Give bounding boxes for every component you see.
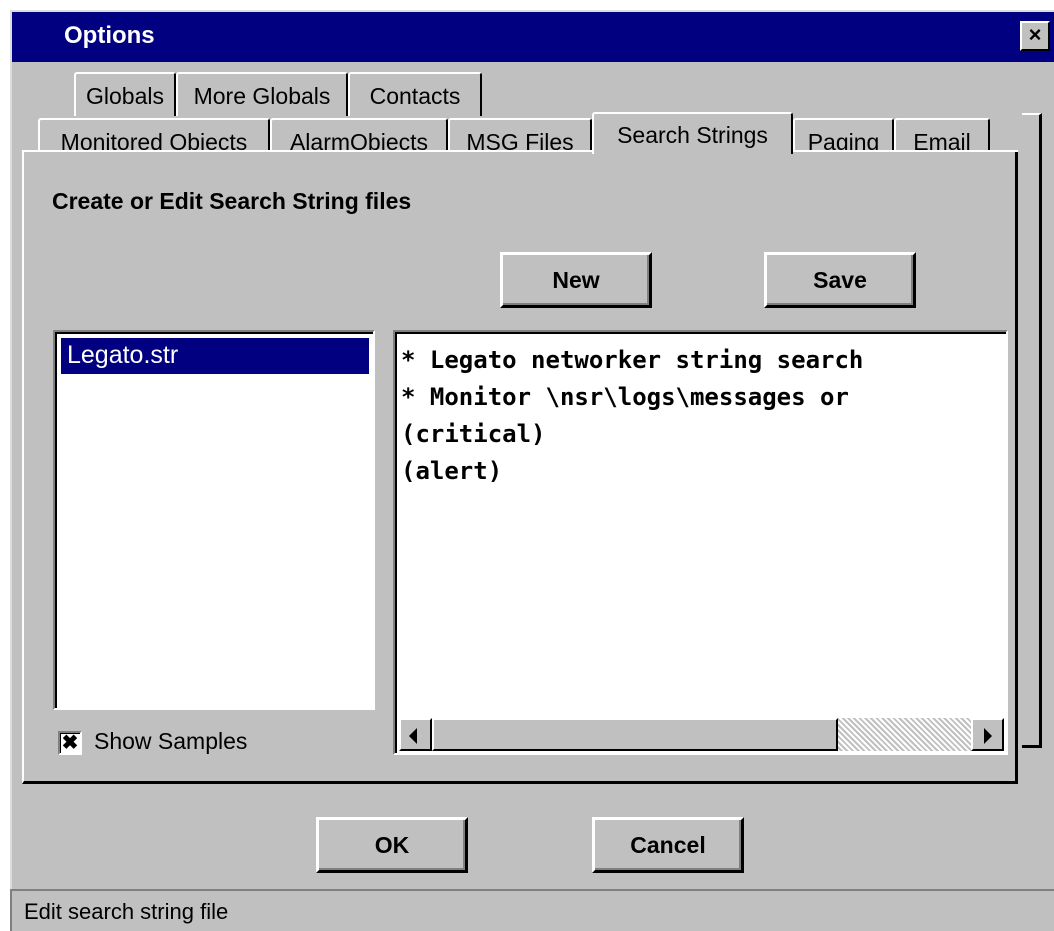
tab-stack-edge [1022, 113, 1042, 748]
cancel-button[interactable]: Cancel [592, 817, 744, 873]
new-button-label: New [552, 267, 600, 293]
arrow-left-icon [409, 728, 417, 744]
scroll-thumb[interactable] [432, 718, 838, 751]
close-button[interactable]: × [1020, 21, 1050, 51]
editor-line: * Legato networker string search [401, 346, 864, 374]
new-button[interactable]: New [500, 252, 652, 308]
editor-line: * Monitor \nsr\logs\messages or [401, 383, 849, 411]
panel-heading: Create or Edit Search String files [52, 188, 412, 214]
tab-label: More Globals [193, 83, 331, 109]
tab-label: Contacts [369, 83, 461, 109]
file-listbox[interactable]: Legato.str [53, 330, 375, 710]
panel-top-edge [793, 150, 1018, 152]
panel-top-edge [22, 150, 592, 152]
scroll-right-button[interactable] [971, 718, 1004, 751]
window-title: Options [64, 22, 155, 49]
scroll-left-button[interactable] [399, 718, 432, 751]
checkbox-check-icon: ✖ [61, 732, 79, 754]
save-button[interactable]: Save [764, 252, 916, 308]
status-bar: Edit search string file [10, 889, 1054, 931]
tab-more-globals[interactable]: More Globals [176, 72, 348, 116]
horizontal-scrollbar[interactable] [399, 718, 1004, 751]
arrow-right-icon [984, 728, 992, 744]
title-bar: Options × [12, 12, 1054, 62]
tab-label: Search Strings [617, 122, 768, 148]
editor-line: (critical) [401, 420, 546, 448]
status-text: Edit search string file [24, 899, 229, 924]
ok-button-label: OK [374, 832, 410, 858]
cancel-button-label: Cancel [630, 832, 706, 858]
search-string-editor[interactable]: * Legato networker string search * Monito… [393, 330, 1008, 755]
tab-contacts[interactable]: Contacts [348, 72, 482, 116]
ok-button[interactable]: OK [316, 817, 468, 873]
save-button-label: Save [813, 267, 867, 293]
editor-line: (alert) [401, 457, 503, 485]
tab-globals[interactable]: Globals [74, 72, 176, 116]
close-icon: × [1028, 22, 1042, 47]
list-item[interactable]: Legato.str [61, 338, 369, 374]
show-samples-label[interactable]: Show Samples [94, 728, 247, 755]
tab-search-strings[interactable]: Search Strings [592, 112, 793, 154]
tab-label: Globals [86, 83, 164, 109]
file-name: Legato.str [67, 341, 179, 369]
show-samples-checkbox[interactable]: ✖ [58, 731, 82, 755]
editor-content[interactable]: * Legato networker string search * Monito… [401, 342, 863, 490]
